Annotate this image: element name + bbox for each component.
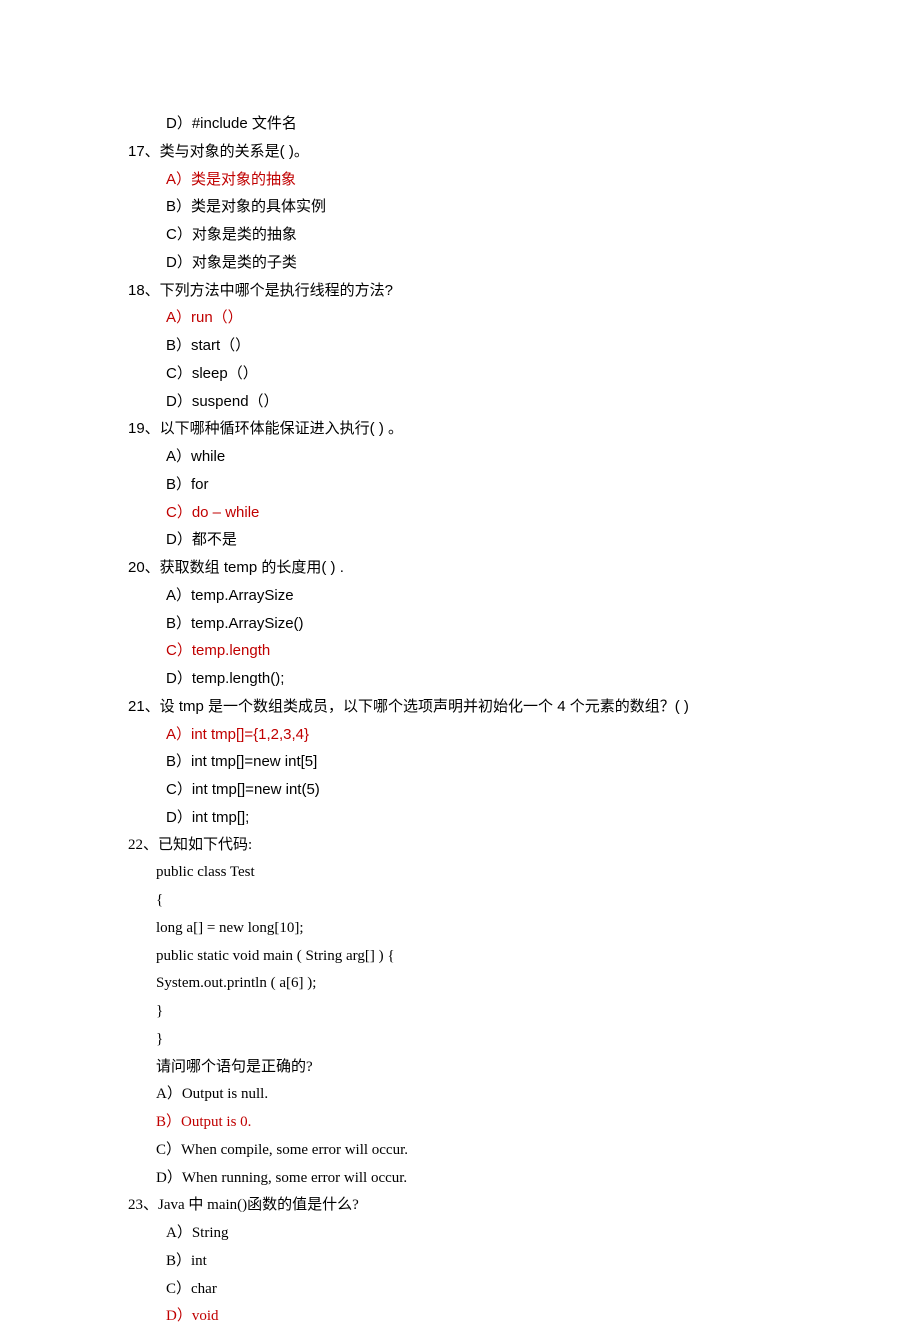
option-a: A）temp.ArraySize [128,582,920,610]
question-17: 17、类与对象的关系是( )。 A）类是对象的抽象 B）类是对象的具体实例 C）… [0,138,920,277]
option-b: B）int [128,1248,920,1276]
option-d: D）suspend（） [128,388,920,416]
option-b: B）int tmp[]=new int[5] [128,748,920,776]
question-19: 19、以下哪种循环体能保证进入执行( ) 。 A）while B）for C）d… [0,415,920,554]
question-22: 22、已知如下代码: public class Test { long a[] … [0,832,920,1193]
option-b: B）类是对象的具体实例 [128,193,920,221]
question-stem: 18、下列方法中哪个是执行线程的方法? [128,277,920,305]
option-b: B）temp.ArraySize() [128,610,920,638]
question-18: 18、下列方法中哪个是执行线程的方法? A）run（） B）start（） C）… [0,277,920,416]
option-b: B）start（） [128,332,920,360]
code-line: public class Test [128,859,920,887]
question-stem: 20、获取数组 temp 的长度用( ) . [128,554,920,582]
option-d: D）When running, some error will occur. [128,1165,920,1193]
code-line: System.out.println ( a[6] ); [128,970,920,998]
option-b: B）for [128,471,920,499]
option-d: D）#include 文件名 [128,110,920,138]
question-stem: 22、已知如下代码: [128,832,920,860]
option-a: A）Output is null. [128,1081,920,1109]
option-d: D）int tmp[]; [128,804,920,832]
option-a: A）while [128,443,920,471]
option-d: D）temp.length(); [128,665,920,693]
code-line: } [128,1026,920,1054]
option-d: D）void [128,1303,920,1331]
option-a: A）类是对象的抽象 [128,166,920,194]
option-c: C）对象是类的抽象 [128,221,920,249]
question-21: 21、设 tmp 是一个数组类成员，以下哪个选项声明并初始化一个 4 个元素的数… [0,693,920,832]
code-line: public static void main ( String arg[] )… [128,943,920,971]
option-a: A）run（） [128,304,920,332]
option-c: C）sleep（） [128,360,920,388]
code-line: long a[] = new long[10]; [128,915,920,943]
exam-page: D）#include 文件名 17、类与对象的关系是( )。 A）类是对象的抽象… [0,0,920,1331]
code-line: { [128,887,920,915]
question-20: 20、获取数组 temp 的长度用( ) . A）temp.ArraySize … [0,554,920,693]
option-d: D）都不是 [128,526,920,554]
option-c: C）int tmp[]=new int(5) [128,776,920,804]
question-stem: 19、以下哪种循环体能保证进入执行( ) 。 [128,415,920,443]
option-c: C）char [128,1276,920,1304]
question-stem: 21、设 tmp 是一个数组类成员，以下哪个选项声明并初始化一个 4 个元素的数… [128,693,920,721]
option-c: C）When compile, some error will occur. [128,1137,920,1165]
option-d: D）对象是类的子类 [128,249,920,277]
option-c: C）do – while [128,499,920,527]
question-stem: 23、Java 中 main()函数的值是什么? [128,1192,920,1220]
question-16-fragment: D）#include 文件名 [0,110,920,138]
option-a: A）String [128,1220,920,1248]
option-a: A）int tmp[]={1,2,3,4} [128,721,920,749]
question-ask: 请问哪个语句是正确的? [128,1054,920,1082]
question-23: 23、Java 中 main()函数的值是什么? A）String B）int … [0,1192,920,1331]
option-b: B）Output is 0. [128,1109,920,1137]
code-line: } [128,998,920,1026]
question-stem: 17、类与对象的关系是( )。 [128,138,920,166]
option-c: C）temp.length [128,637,920,665]
